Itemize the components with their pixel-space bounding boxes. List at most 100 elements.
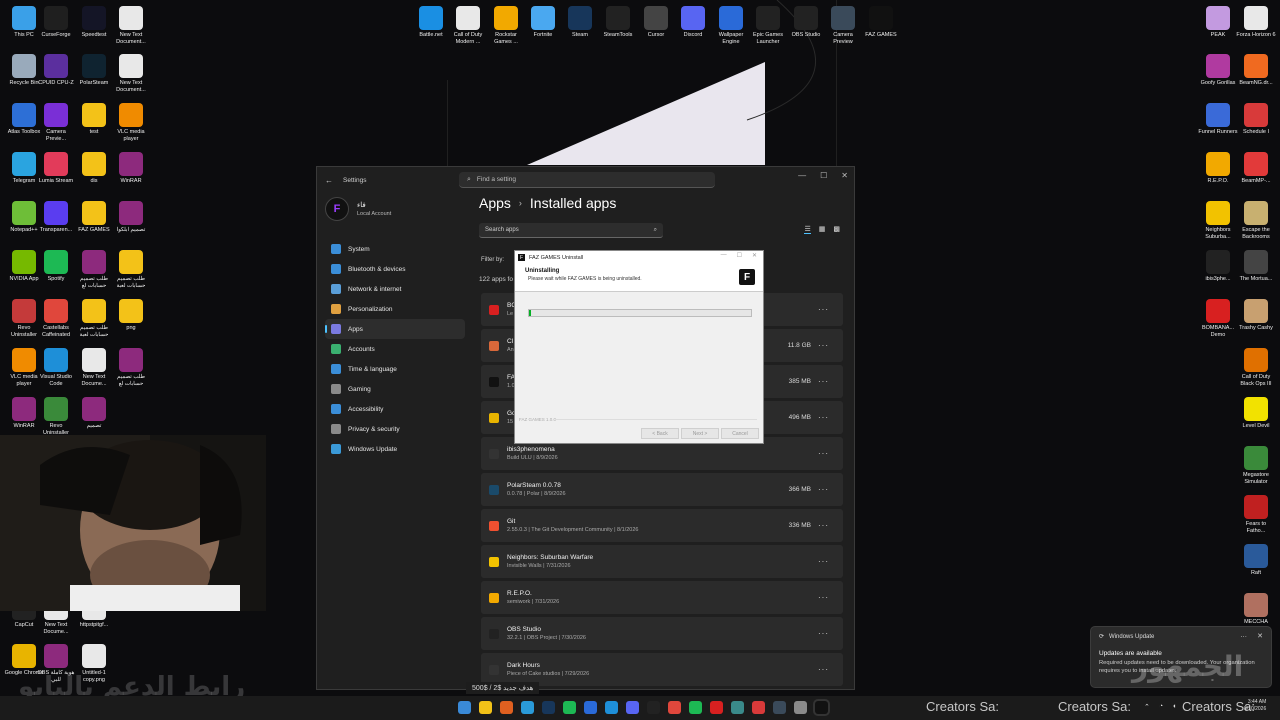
desktop-icon[interactable]: Fortnite xyxy=(523,6,563,39)
taskbar-app-icon[interactable] xyxy=(710,701,723,714)
nav-item-accounts[interactable]: Accounts xyxy=(325,339,465,359)
desktop-icon[interactable]: New Text Docume... xyxy=(74,348,114,387)
desktop-icon[interactable]: The Mortua... xyxy=(1236,250,1276,283)
grid-view-icon[interactable]: ▦ xyxy=(819,225,826,234)
desktop-icon[interactable]: Cursor xyxy=(636,6,676,39)
desktop-icon[interactable]: png xyxy=(111,299,151,332)
desktop-icon[interactable]: تصميم xyxy=(74,397,114,430)
taskbar-app-icon[interactable] xyxy=(668,701,681,714)
desktop-icon[interactable]: Goofy Gorillas xyxy=(1198,54,1238,87)
maximize-icon[interactable]: ☐ xyxy=(737,252,742,259)
desktop-icon[interactable]: ibis3phe... xyxy=(1198,250,1238,283)
taskbar-app-icon[interactable] xyxy=(689,701,702,714)
back-arrow-icon[interactable]: ← xyxy=(325,176,333,185)
more-options-icon[interactable]: ··· xyxy=(818,485,829,494)
desktop-icon[interactable]: Battle.net xyxy=(411,6,451,39)
more-options-icon[interactable]: ··· xyxy=(818,557,829,566)
user-profile[interactable]: F فاء Local Account xyxy=(325,197,391,221)
nav-item-bluetooth-devices[interactable]: Bluetooth & devices xyxy=(325,259,465,279)
desktop-icon[interactable]: Raft xyxy=(1236,544,1276,577)
app-row[interactable]: OBS Studio 32.2.1 | OBS Project | 7/30/20… xyxy=(481,617,843,650)
desktop-icon[interactable]: New Text Document... xyxy=(111,54,151,93)
desktop-icon[interactable]: Schedule I xyxy=(1236,103,1276,136)
desktop-icon[interactable]: PEAK xyxy=(1198,6,1238,39)
desktop-icon[interactable]: Lumia Stream xyxy=(36,152,76,185)
taskbar-app-icon[interactable] xyxy=(647,701,660,714)
close-icon[interactable]: ✕ xyxy=(841,171,848,180)
desktop-icon[interactable]: طلب تصميم حسابات لعبة xyxy=(111,250,151,289)
desktop-icon[interactable]: FAZ GAMES xyxy=(861,6,901,39)
desktop-icon[interactable]: BOMBANA... Demo xyxy=(1198,299,1238,338)
breadcrumb-apps[interactable]: Apps xyxy=(479,195,511,211)
desktop-icon[interactable]: Funnel Runners xyxy=(1198,103,1238,136)
search-apps-input[interactable]: Search apps ⌕ xyxy=(479,223,663,238)
wifi-icon[interactable]: ◔ xyxy=(1159,703,1163,711)
desktop-icon[interactable]: OBS Studio xyxy=(786,6,826,39)
desktop-icon[interactable]: طلب تصميم حسابات لعبة xyxy=(74,299,114,338)
back-button[interactable]: < Back xyxy=(641,428,679,439)
desktop-icon[interactable]: BeamNG.dr... xyxy=(1236,54,1276,87)
desktop-icon[interactable]: New Text Document... xyxy=(111,6,151,45)
desktop-icon[interactable]: Revo Uninstaller xyxy=(36,397,76,436)
desktop-icon[interactable]: طلب تصميم حسابات لع xyxy=(74,250,114,289)
desktop-icon[interactable]: Neighbors Suburba... xyxy=(1198,201,1238,240)
desktop-icon[interactable]: BeamMP-... xyxy=(1236,152,1276,185)
taskbar-app-icon[interactable] xyxy=(773,701,786,714)
more-icon[interactable]: … xyxy=(1240,632,1247,640)
more-options-icon[interactable]: ··· xyxy=(818,629,829,638)
desktop-icon[interactable]: Megastore Simulator xyxy=(1236,446,1276,485)
nav-item-time-language[interactable]: Time & language xyxy=(325,359,465,379)
nav-item-privacy-security[interactable]: Privacy & security xyxy=(325,419,465,439)
taskbar-app-icon[interactable] xyxy=(605,701,618,714)
desktop-icon[interactable]: CPUID CPU-Z xyxy=(36,54,76,87)
app-row[interactable]: PolarSteam 0.0.78 0.0.78 | Polar | 8/9/20… xyxy=(481,473,843,506)
taskbar-app-icon[interactable] xyxy=(458,701,471,714)
taskbar-app-icon[interactable] xyxy=(731,701,744,714)
desktop-icon[interactable]: Wallpaper Engine xyxy=(711,6,751,45)
desktop-icon[interactable]: Speedtest xyxy=(74,6,114,39)
desktop-icon[interactable]: Trashy Cashy xyxy=(1236,299,1276,332)
find-setting-input[interactable]: ⌕ Find a setting xyxy=(459,172,715,188)
more-options-icon[interactable]: ··· xyxy=(818,413,829,422)
maximize-icon[interactable]: ☐ xyxy=(820,171,827,180)
taskbar-app-icon[interactable] xyxy=(479,701,492,714)
nav-item-network-internet[interactable]: Network & internet xyxy=(325,279,465,299)
volume-icon[interactable]: ◖ xyxy=(1172,703,1176,711)
desktop-icon[interactable]: Camera Previe... xyxy=(36,103,76,142)
app-row[interactable]: Neighbors: Suburban Warfare Invisible Wal… xyxy=(481,545,843,578)
more-options-icon[interactable]: ··· xyxy=(818,341,829,350)
desktop-icon[interactable]: R.E.P.O. xyxy=(1198,152,1238,185)
more-options-icon[interactable]: ··· xyxy=(818,449,829,458)
nav-item-system[interactable]: System xyxy=(325,239,465,259)
filter-by-dropdown[interactable]: Filter by: xyxy=(481,257,504,263)
desktop-icon[interactable]: Fears to Fatho... xyxy=(1236,495,1276,534)
desktop-icon[interactable]: Level Devil xyxy=(1236,397,1276,430)
desktop-icon[interactable]: CurseForge xyxy=(36,6,76,39)
desktop-icon[interactable]: SteamTools xyxy=(598,6,638,39)
nav-item-windows-update[interactable]: Windows Update xyxy=(325,439,465,459)
taskbar-app-icon[interactable] xyxy=(815,701,828,714)
taskbar-app-icon[interactable] xyxy=(794,701,807,714)
app-row[interactable]: Git 2.55.0.3 | The Git Development Commun… xyxy=(481,509,843,542)
chevron-up-icon[interactable]: ⌃ xyxy=(1144,703,1150,711)
more-options-icon[interactable]: ··· xyxy=(818,593,829,602)
more-options-icon[interactable]: ··· xyxy=(818,665,829,674)
desktop-icon[interactable]: Epic Games Launcher xyxy=(748,6,788,45)
minimize-icon[interactable]: — xyxy=(721,252,727,259)
desktop-icon[interactable]: PolarSteam xyxy=(74,54,114,87)
clock[interactable]: 3:44 AM 8/10/2026 xyxy=(1244,699,1266,713)
desktop-icon[interactable]: Rockstar Games ... xyxy=(486,6,526,45)
desktop-icon[interactable]: VLC media player xyxy=(111,103,151,142)
taskbar-app-icon[interactable] xyxy=(563,701,576,714)
desktop-icon[interactable]: Escape the Backrooms xyxy=(1236,201,1276,240)
desktop-icon[interactable]: Call of Duty Modern ... xyxy=(448,6,488,45)
nav-item-apps[interactable]: Apps xyxy=(325,319,465,339)
desktop-icon[interactable]: Visual Studio Code xyxy=(36,348,76,387)
cancel-button[interactable]: Cancel xyxy=(721,428,759,439)
nav-item-gaming[interactable]: Gaming xyxy=(325,379,465,399)
desktop-icon[interactable]: test xyxy=(74,103,114,136)
more-options-icon[interactable]: ··· xyxy=(818,305,829,314)
desktop-icon[interactable]: طلب تصميم حسابات لع xyxy=(111,348,151,387)
desktop-icon[interactable]: Transparen... xyxy=(36,201,76,234)
nav-item-accessibility[interactable]: Accessibility xyxy=(325,399,465,419)
